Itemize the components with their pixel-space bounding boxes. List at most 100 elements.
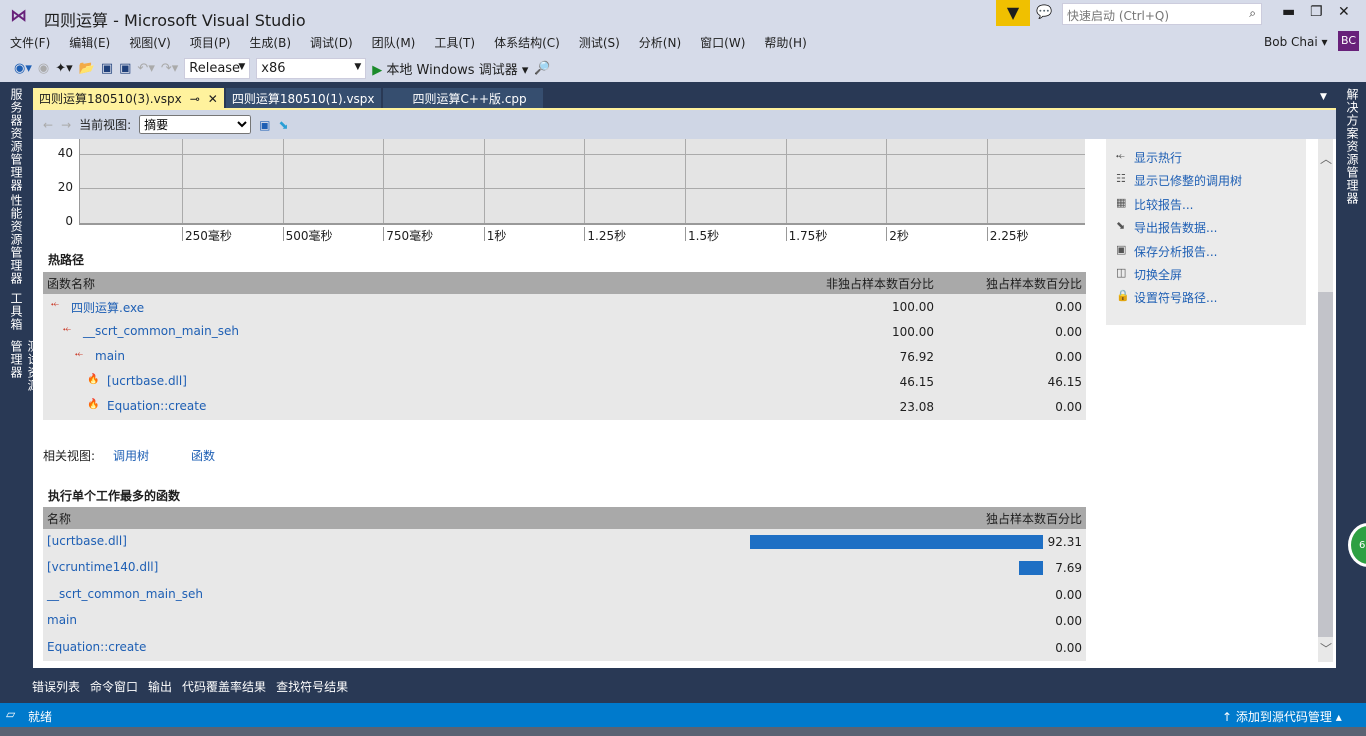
y-tick-label: 0 xyxy=(65,214,73,228)
table-row[interactable]: ⤝ main 76.92 0.00 xyxy=(43,344,1086,369)
function-name-link[interactable]: [vcruntime140.dll] xyxy=(47,560,158,574)
call-tree-link[interactable]: 调用树 xyxy=(113,447,149,464)
action-link[interactable]: ⬊ 导出报告数据... xyxy=(1106,219,1306,242)
bottom-tab[interactable]: 命令窗口 xyxy=(90,678,138,695)
inclusive-value: 23.08 xyxy=(899,400,934,414)
function-name-link[interactable]: Equation::create xyxy=(107,399,206,413)
tab-dropdown-icon[interactable]: ▼ xyxy=(1320,92,1327,102)
tab-document[interactable]: 四则运算180510(3).vspx ⊸ ✕ xyxy=(33,88,224,109)
col-name[interactable]: 名称 xyxy=(47,510,71,527)
menu-item[interactable]: 帮助(H) xyxy=(764,34,806,51)
action-link[interactable]: ◫ 切换全屏 xyxy=(1106,266,1306,289)
function-name-link[interactable]: [ucrtbase.dll] xyxy=(47,534,127,548)
function-name-link[interactable]: main xyxy=(47,613,77,627)
col-function-name[interactable]: 函数名称 xyxy=(47,275,95,292)
action-link[interactable]: 🔒 设置符号路径... xyxy=(1106,289,1306,312)
gridline-h xyxy=(80,187,1085,189)
notification-filter-icon[interactable]: ▼ xyxy=(996,0,1030,26)
user-menu[interactable]: Bob Chai ▾ xyxy=(1264,35,1328,49)
platform-select[interactable]: x86 ▼ xyxy=(256,57,367,79)
start-debug-button[interactable]: ▶ 本地 Windows 调试器 ▾ xyxy=(372,59,528,78)
redo-icon[interactable]: ↷▾ xyxy=(161,61,178,76)
scrollbar-thumb[interactable] xyxy=(1318,292,1333,637)
nav-back-icon[interactable]: ← xyxy=(43,118,53,132)
nav-forward-icon[interactable]: → xyxy=(61,118,71,132)
bottom-tab[interactable]: 输出 xyxy=(148,678,172,695)
menu-item[interactable]: 视图(V) xyxy=(129,34,171,51)
table-row[interactable]: __scrt_common_main_seh 0.00 xyxy=(43,582,1086,608)
bottom-tab[interactable]: 错误列表 xyxy=(32,678,80,695)
function-name-link[interactable]: Equation::create xyxy=(47,640,146,654)
report-toolbar: ← → 当前视图: 摘要 ▣ ⬊ xyxy=(33,110,1336,139)
undo-icon[interactable]: ↶▾ xyxy=(137,61,154,76)
save-all-icon[interactable]: ▣ xyxy=(119,61,131,76)
left-tab[interactable]: 工具箱 xyxy=(8,292,25,331)
save-icon[interactable]: ▣ xyxy=(101,61,113,76)
avatar[interactable]: BC xyxy=(1338,31,1359,51)
scroll-up-icon[interactable]: ︿ xyxy=(1320,150,1332,167)
new-project-icon[interactable]: ✦▾ xyxy=(55,61,72,76)
menu-item[interactable]: 调试(D) xyxy=(310,34,353,51)
back-icon[interactable]: ◉▾ xyxy=(14,61,32,76)
vs-logo-icon: ⋈ xyxy=(10,6,27,26)
menu-item[interactable]: 体系结构(C) xyxy=(494,34,560,51)
function-name-link[interactable]: [ucrtbase.dll] xyxy=(107,374,187,388)
table-row[interactable]: Equation::create 0.00 xyxy=(43,635,1086,661)
feedback-icon[interactable]: 💬 xyxy=(1036,5,1052,20)
restore-button[interactable]: ❐ xyxy=(1310,4,1323,20)
left-tab[interactable]: 性能资源管理器 xyxy=(8,194,25,285)
action-link[interactable]: ⤝ 显示热行 xyxy=(1106,149,1306,172)
table-row[interactable]: main 0.00 xyxy=(43,608,1086,634)
menu-item[interactable]: 生成(B) xyxy=(249,34,291,51)
menu-item[interactable]: 项目(P) xyxy=(190,34,231,51)
menu-item[interactable]: 分析(N) xyxy=(639,34,681,51)
menu-item[interactable]: 工具(T) xyxy=(434,34,475,51)
solution-explorer-tab[interactable]: 解决方案资源管理器 xyxy=(1344,88,1361,205)
menu-item[interactable]: 测试(S) xyxy=(579,34,620,51)
action-label: 导出报告数据... xyxy=(1134,221,1218,236)
menu-item[interactable]: 文件(F) xyxy=(10,34,50,51)
tab-document[interactable]: 四则运算180510(1).vspx xyxy=(225,88,381,109)
menu-item[interactable]: 窗口(W) xyxy=(700,34,745,51)
col-exclusive-pct[interactable]: 独占样本数百分比 xyxy=(986,510,1082,527)
tab-document[interactable]: 四则运算C++版.cpp xyxy=(382,88,543,109)
table-row[interactable]: ⤝ 四则运算.exe 100.00 0.00 xyxy=(43,294,1086,319)
open-icon[interactable]: 📂 xyxy=(79,61,95,76)
forward-icon[interactable]: ◉ xyxy=(38,61,49,76)
quick-launch-input[interactable]: 快速启动 (Ctrl+Q) ⌕ xyxy=(1062,3,1262,25)
function-name-link[interactable]: __scrt_common_main_seh xyxy=(83,324,239,338)
bottom-tab[interactable]: 代码覆盖率结果 xyxy=(182,678,266,695)
table-row[interactable]: [vcruntime140.dll] 7.69 xyxy=(43,555,1086,581)
table-row[interactable]: 🔥 Equation::create 23.08 0.00 xyxy=(43,394,1086,419)
compare-icon: ▦ xyxy=(1116,195,1127,209)
bottom-tab[interactable]: 查找符号结果 xyxy=(276,678,348,695)
menu-item[interactable]: 团队(M) xyxy=(372,34,416,51)
action-link[interactable]: ▣ 保存分析报告... xyxy=(1106,243,1306,266)
action-link[interactable]: ☷ 显示已修整的调用树 xyxy=(1106,172,1306,195)
minimize-button[interactable]: ▬ xyxy=(1282,4,1295,20)
performance-badge[interactable]: 67 xyxy=(1348,523,1366,567)
table-row[interactable]: 🔥 [ucrtbase.dll] 46.15 46.15 xyxy=(43,369,1086,394)
status-text: 就绪 xyxy=(28,710,53,724)
functions-link[interactable]: 函数 xyxy=(191,447,215,464)
close-tab-icon[interactable]: ✕ xyxy=(208,92,218,106)
function-name-link[interactable]: __scrt_common_main_seh xyxy=(47,587,203,601)
left-tab[interactable]: 服务器资源管理器 xyxy=(8,88,25,192)
save-report-icon[interactable]: ▣ xyxy=(259,118,270,132)
action-link[interactable]: ▦ 比较报告... xyxy=(1106,196,1306,219)
function-name-link[interactable]: 四则运算.exe xyxy=(71,299,144,316)
menu-item[interactable]: 编辑(E) xyxy=(69,34,110,51)
find-icon[interactable]: 🔎 xyxy=(534,61,550,76)
function-name-link[interactable]: main xyxy=(95,349,125,363)
table-row[interactable]: [ucrtbase.dll] 92.31 xyxy=(43,529,1086,555)
current-view-select[interactable]: 摘要 xyxy=(139,115,252,134)
col-exclusive[interactable]: 独占样本数百分比 xyxy=(986,275,1082,292)
source-control-button[interactable]: ↑ 添加到源代码管理 ▴ xyxy=(1222,708,1342,725)
scroll-down-icon[interactable]: ﹀ xyxy=(1320,640,1332,657)
col-inclusive[interactable]: 非独占样本数百分比 xyxy=(826,275,934,292)
pin-icon[interactable]: ⊸ xyxy=(190,92,200,106)
configuration-select[interactable]: Release ▼ xyxy=(184,57,251,79)
export-icon[interactable]: ⬊ xyxy=(279,118,289,132)
table-row[interactable]: ⤝ __scrt_common_main_seh 100.00 0.00 xyxy=(43,319,1086,344)
close-button[interactable]: ✕ xyxy=(1338,4,1350,20)
